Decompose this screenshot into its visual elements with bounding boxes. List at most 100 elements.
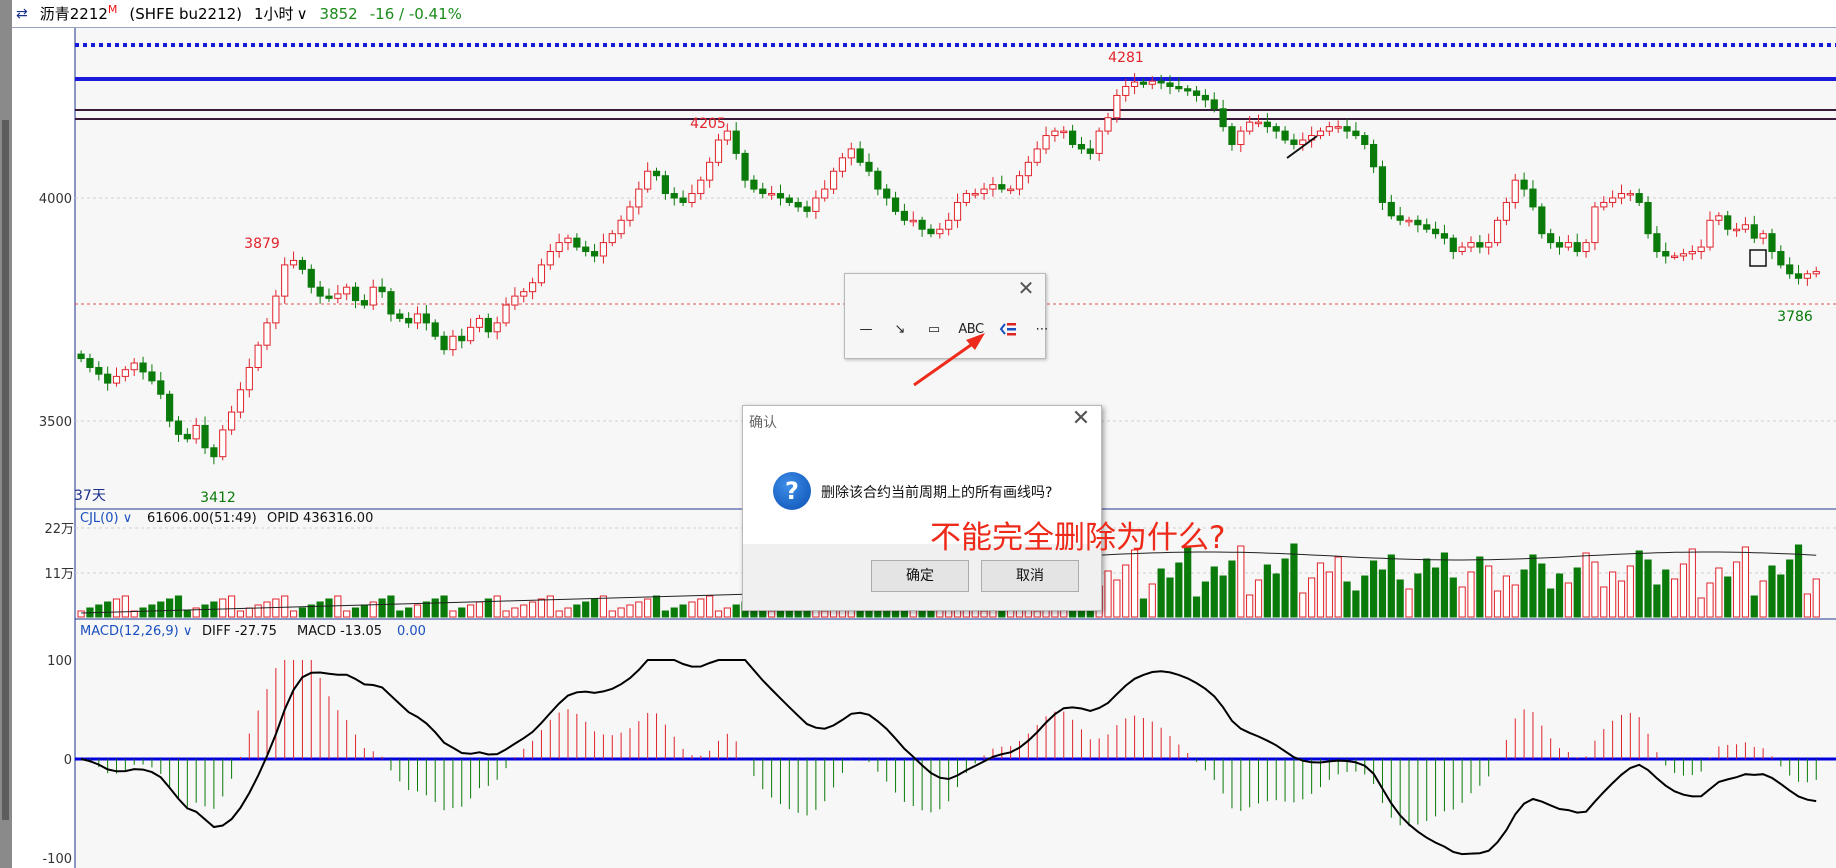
candle-body	[1794, 273, 1803, 279]
candle-body	[918, 219, 926, 230]
candle-body	[1175, 86, 1183, 90]
delete-drawings-icon[interactable]	[997, 318, 1019, 340]
volume-bar	[1139, 598, 1148, 618]
candle-body	[688, 193, 696, 203]
volume-bar	[351, 607, 360, 618]
volume-bar	[1175, 562, 1183, 618]
volume-bar	[1644, 559, 1652, 618]
candle-body	[369, 286, 377, 306]
volume-bar	[1325, 571, 1333, 618]
candle-body	[139, 362, 147, 373]
volume-bar	[1033, 610, 1041, 618]
volume-bar	[1547, 588, 1555, 618]
close-icon[interactable]: ✕	[1071, 408, 1091, 430]
more-icon[interactable]: ⋯	[1031, 318, 1053, 340]
link-icon[interactable]: ⇄	[16, 6, 28, 22]
macd-value: MACD -13.05	[297, 624, 382, 639]
volume-bar	[697, 598, 705, 618]
candle-body	[1060, 130, 1068, 134]
volume-bar	[1113, 579, 1121, 618]
ok-button[interactable]: 确定	[871, 560, 969, 592]
candle-body	[1653, 233, 1661, 253]
candle-body	[1387, 201, 1395, 217]
candle-body	[1184, 88, 1192, 92]
candle-body	[157, 380, 165, 395]
candle-body	[1095, 130, 1103, 154]
candle-body	[1440, 233, 1449, 239]
candle-body	[1290, 139, 1298, 145]
volume-bar	[821, 610, 829, 618]
candle-body	[1768, 233, 1776, 253]
volume-indicator-label: CJL(0) ∨	[80, 511, 132, 526]
candle-body	[130, 362, 138, 371]
high-label: 4205	[690, 116, 726, 132]
candle-body	[1201, 94, 1210, 101]
price-change: -16 / -0.41%	[369, 4, 462, 23]
candle-body	[1414, 219, 1422, 226]
volume-bar	[378, 598, 386, 618]
volume-bar	[679, 604, 687, 618]
arrow-tool-icon[interactable]: ↘	[889, 318, 911, 340]
volume-bar	[1653, 584, 1661, 618]
candle-body	[617, 219, 625, 235]
volume-bar	[1573, 567, 1581, 618]
volume-bar	[1272, 573, 1280, 618]
volume-bar	[1732, 561, 1741, 618]
candle-body	[1316, 130, 1325, 137]
candle-body	[874, 170, 882, 190]
candle-body	[599, 242, 608, 257]
volume-bar	[458, 607, 466, 618]
candle-body	[1352, 130, 1360, 137]
candle-body	[1423, 224, 1431, 230]
candle-body	[1644, 201, 1652, 235]
candle-body	[86, 358, 94, 368]
dialog-title: 确认	[749, 415, 777, 431]
candle-body	[95, 366, 103, 375]
volume-bar	[1741, 546, 1750, 618]
candle-body	[360, 300, 368, 306]
candle-body	[413, 313, 422, 324]
candle-body	[1219, 108, 1227, 128]
question-icon: ?	[773, 472, 811, 510]
volume-bar	[573, 604, 581, 618]
candle-body	[1555, 242, 1564, 248]
candle-body	[112, 375, 121, 384]
volume-bar	[652, 595, 661, 618]
volume-bar	[1308, 577, 1316, 618]
volume-bar	[874, 610, 882, 618]
volume-bar	[528, 601, 537, 618]
candle-body	[236, 389, 245, 413]
side-scrollbar[interactable]	[2, 120, 9, 820]
volume-bar	[219, 598, 227, 618]
close-icon[interactable]: ✕	[1017, 278, 1035, 298]
volume-bar	[1184, 547, 1192, 618]
text-tool-button[interactable]: ABC	[957, 318, 985, 340]
macd-indicator-label: MACD(12,26,9) ∨	[80, 624, 192, 639]
candle-body	[936, 228, 944, 235]
volume-bar	[927, 610, 935, 618]
period-selector[interactable]: 1小时 ∨	[254, 3, 308, 24]
candle-body	[1547, 233, 1555, 244]
volume-bar	[644, 598, 652, 618]
volume-bar	[1564, 582, 1572, 618]
candle-body	[405, 317, 413, 324]
candle-body	[1812, 271, 1820, 275]
candle-body	[298, 259, 307, 270]
cancel-button[interactable]: 取消	[981, 560, 1079, 592]
candle-body	[962, 193, 970, 203]
candle-body	[77, 353, 85, 360]
volume-bar	[1626, 565, 1634, 618]
volume-bar	[1440, 552, 1449, 618]
volume-bar	[1493, 590, 1502, 618]
volume-bar	[546, 595, 554, 618]
volume-bar	[1777, 574, 1785, 618]
candle-body	[1449, 237, 1457, 253]
candle-body	[537, 264, 546, 284]
rectangle-tool-icon[interactable]: ▭	[923, 318, 945, 340]
candle-body	[865, 161, 873, 172]
candle-body	[1564, 242, 1572, 248]
candle-body	[325, 295, 333, 299]
candle-body	[1476, 242, 1484, 248]
line-tool-icon[interactable]: —	[855, 318, 877, 340]
volume-bar	[1591, 561, 1599, 618]
